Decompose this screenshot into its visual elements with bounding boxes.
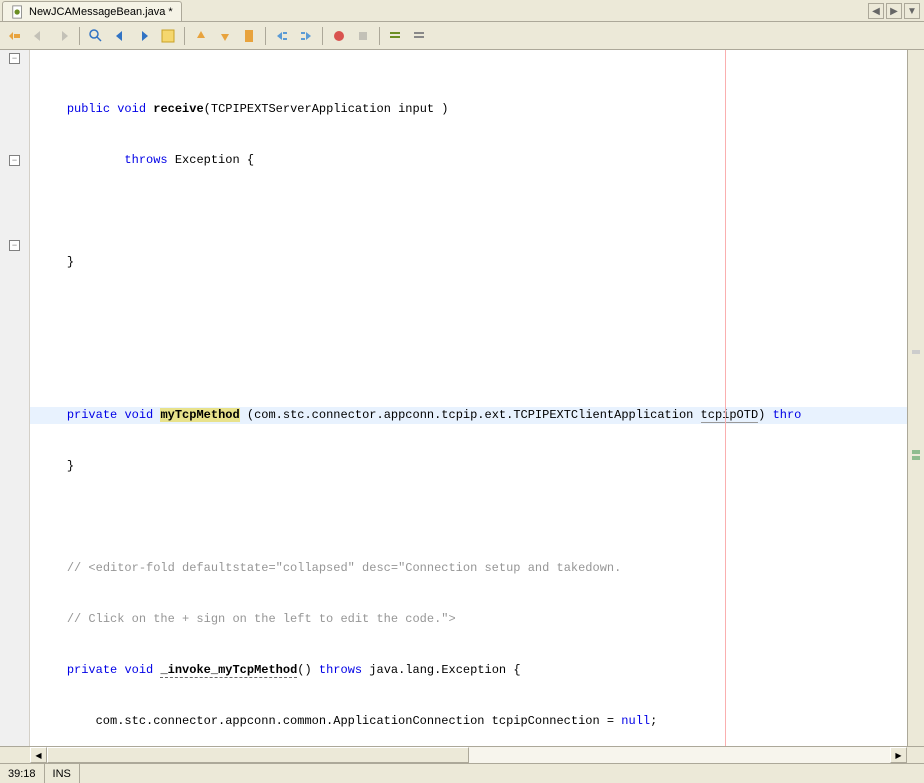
tab-navigation: ◀ ▶ ▼	[868, 3, 924, 21]
mark-stripe[interactable]	[912, 450, 920, 454]
file-tab[interactable]: NewJCAMessageBean.java *	[2, 1, 182, 21]
find-selection-icon[interactable]	[85, 25, 107, 47]
error-stripe	[907, 50, 924, 746]
tab-bar: NewJCAMessageBean.java * ◀ ▶ ▼	[0, 0, 924, 22]
tab-filename: NewJCAMessageBean.java *	[29, 6, 173, 18]
status-bar: 39:18 INS	[0, 763, 924, 783]
fold-marker[interactable]: −	[9, 53, 20, 64]
find-prev-icon[interactable]	[109, 25, 131, 47]
cursor-position: 39:18	[0, 764, 45, 783]
uncomment-icon[interactable]	[409, 25, 431, 47]
java-file-icon	[11, 5, 25, 19]
horizontal-scrollbar[interactable]: ◀ ▶	[0, 746, 924, 763]
last-edit-icon[interactable]	[4, 25, 26, 47]
scrollbar-thumb[interactable]	[47, 747, 469, 763]
mark-stripe[interactable]	[912, 350, 920, 354]
start-macro-icon[interactable]	[328, 25, 350, 47]
right-margin-line	[725, 50, 726, 746]
editor: − − − public void receive(TCPIPEXTServer…	[0, 50, 924, 746]
scroll-right-icon[interactable]: ▶	[890, 747, 907, 763]
shift-right-icon[interactable]	[295, 25, 317, 47]
scrollbar-track[interactable]	[47, 747, 890, 763]
toggle-bookmark-icon[interactable]	[238, 25, 260, 47]
editor-toolbar	[0, 22, 924, 50]
tab-scroll-left[interactable]: ◀	[868, 3, 884, 19]
comment-icon[interactable]	[385, 25, 407, 47]
gutter: − − −	[0, 50, 30, 746]
stop-macro-icon[interactable]	[352, 25, 374, 47]
shift-left-icon[interactable]	[271, 25, 293, 47]
tab-scroll-right[interactable]: ▶	[886, 3, 902, 19]
fold-marker[interactable]: −	[9, 240, 20, 251]
forward-icon[interactable]	[52, 25, 74, 47]
next-bookmark-icon[interactable]	[214, 25, 236, 47]
tab-dropdown[interactable]: ▼	[904, 3, 920, 19]
find-next-icon[interactable]	[133, 25, 155, 47]
mark-stripe[interactable]	[912, 456, 920, 460]
insert-mode: INS	[45, 764, 80, 783]
back-icon[interactable]	[28, 25, 50, 47]
fold-marker[interactable]: −	[9, 155, 20, 166]
code-area[interactable]: public void receive(TCPIPEXTServerApplic…	[30, 50, 907, 746]
scroll-left-icon[interactable]: ◀	[30, 747, 47, 763]
toggle-highlight-icon[interactable]	[157, 25, 179, 47]
prev-bookmark-icon[interactable]	[190, 25, 212, 47]
